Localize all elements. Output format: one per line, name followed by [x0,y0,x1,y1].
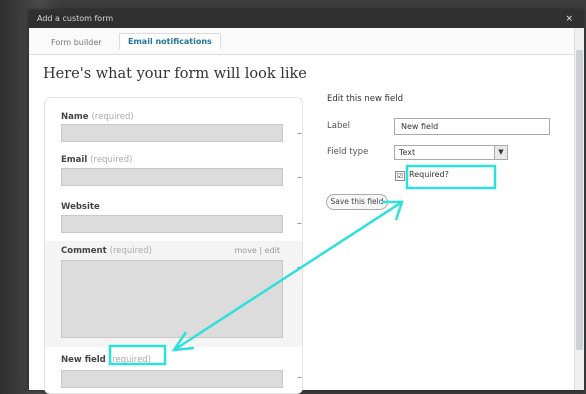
annotation-overlay [108,164,497,366]
annotation-arrowhead-start [171,331,195,352]
annotation-box-required [405,164,497,190]
annotation-box-new-field [108,344,167,366]
annotation-arrow-line [173,200,403,352]
